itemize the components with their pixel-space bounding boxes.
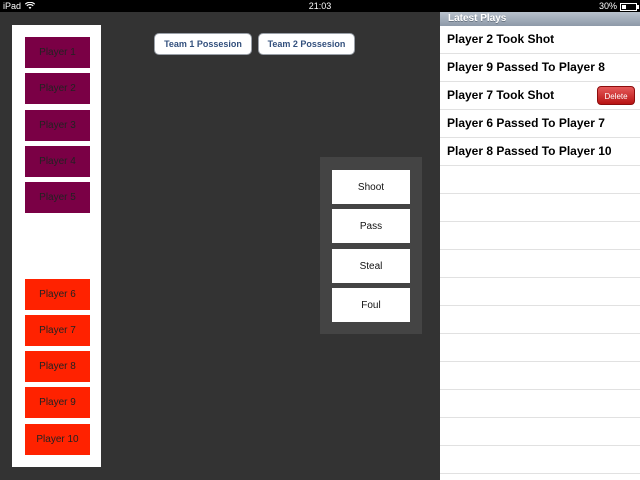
play-row[interactable]: Player 7 Took Shot Delete bbox=[440, 82, 640, 110]
battery-fill bbox=[622, 4, 626, 9]
player-button[interactable]: Player 7 bbox=[25, 315, 90, 346]
play-text: Player 2 Took Shot bbox=[447, 32, 555, 46]
play-row[interactable]: Player 6 Passed To Player 7 bbox=[440, 110, 640, 138]
status-right: 30% bbox=[598, 0, 639, 12]
empty-row bbox=[440, 362, 640, 390]
play-row[interactable]: Player 2 Took Shot bbox=[440, 26, 640, 54]
empty-row bbox=[440, 166, 640, 194]
battery-icon bbox=[620, 2, 639, 11]
play-text: Player 7 Took Shot bbox=[447, 88, 555, 102]
player-button[interactable]: Player 4 bbox=[25, 146, 90, 177]
player-button[interactable]: Player 5 bbox=[25, 182, 90, 213]
empty-row bbox=[440, 250, 640, 278]
player-button[interactable]: Player 2 bbox=[25, 73, 90, 104]
empty-row bbox=[440, 334, 640, 362]
team2-possession-button[interactable]: Team 2 Possesion bbox=[258, 33, 355, 55]
player-button[interactable]: Player 8 bbox=[25, 351, 90, 382]
empty-row bbox=[440, 418, 640, 446]
play-row[interactable]: Player 8 Passed To Player 10 bbox=[440, 138, 640, 166]
action-panel: Shoot Pass Steal Foul bbox=[320, 157, 422, 334]
empty-row bbox=[440, 306, 640, 334]
play-text: Player 8 Passed To Player 10 bbox=[447, 144, 612, 158]
play-row[interactable]: Player 9 Passed To Player 8 bbox=[440, 54, 640, 82]
empty-row bbox=[440, 278, 640, 306]
latest-plays-header: Latest Plays bbox=[440, 12, 640, 26]
battery-percent: 30% bbox=[598, 1, 617, 11]
player-button[interactable]: Player 6 bbox=[25, 279, 90, 310]
empty-row bbox=[440, 222, 640, 250]
pass-button[interactable]: Pass bbox=[332, 209, 410, 243]
player-button[interactable]: Player 1 bbox=[25, 37, 90, 68]
foul-button[interactable]: Foul bbox=[332, 288, 410, 322]
empty-row bbox=[440, 390, 640, 418]
play-text: Player 9 Passed To Player 8 bbox=[447, 60, 605, 74]
shoot-button[interactable]: Shoot bbox=[332, 170, 410, 204]
delete-button[interactable]: Delete bbox=[597, 86, 635, 105]
status-bar: iPad 21:03 30% bbox=[0, 0, 640, 12]
team1-possession-button[interactable]: Team 1 Possesion bbox=[154, 33, 252, 55]
empty-row bbox=[440, 194, 640, 222]
play-text: Player 6 Passed To Player 7 bbox=[447, 116, 605, 130]
player-button[interactable]: Player 3 bbox=[25, 110, 90, 141]
latest-plays-panel: Latest Plays Player 2 Took Shot Player 9… bbox=[440, 12, 640, 480]
status-time: 21:03 bbox=[308, 1, 332, 11]
player-panel: Player 1 Player 2 Player 3 Player 4 Play… bbox=[12, 25, 101, 467]
player-button[interactable]: Player 10 bbox=[25, 424, 90, 455]
empty-row bbox=[440, 446, 640, 474]
steal-button[interactable]: Steal bbox=[332, 249, 410, 283]
player-button[interactable]: Player 9 bbox=[25, 387, 90, 418]
